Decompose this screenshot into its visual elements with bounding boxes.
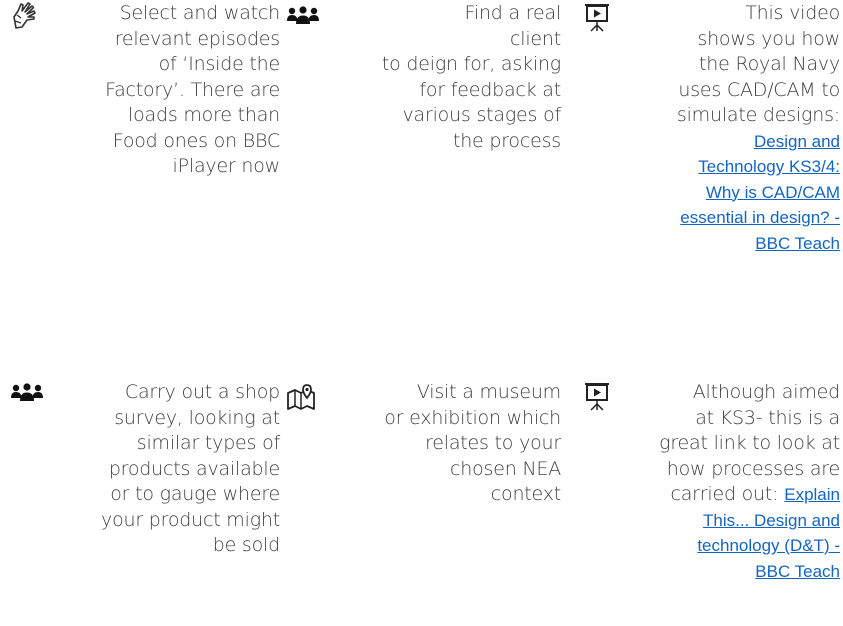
text-line: to deign for, asking <box>381 53 561 75</box>
activity-text: Carry out a shop survey, looking at simi… <box>101 380 280 559</box>
text-line: similar types of <box>136 432 280 454</box>
people-group-icon <box>10 380 43 410</box>
bbc-teach-link[interactable]: Technology KS3/4: <box>677 154 840 180</box>
text-line: Select and watch <box>119 2 281 24</box>
bbc-teach-link[interactable]: Explain <box>784 485 840 504</box>
text-line: context <box>490 483 561 505</box>
presentation-board-icon <box>583 380 613 411</box>
text-line: relates to your <box>425 432 561 454</box>
bbc-teach-link[interactable]: BBC Teach <box>659 559 840 585</box>
presentation-board-icon <box>583 1 613 32</box>
activity-text: Although aimed at KS3- this is a great l… <box>659 380 840 584</box>
activity-text: Find a real client to deign for, asking … <box>382 1 561 154</box>
text-line: shows you how <box>697 27 840 50</box>
text-line: for feedback at <box>419 78 561 101</box>
text-line: client <box>510 27 561 50</box>
bbc-teach-link[interactable]: BBC Teach <box>677 231 840 257</box>
text-line: the Royal Navy <box>699 53 840 75</box>
text-line: iPlayer now <box>172 155 281 177</box>
text-line: simulate designs: <box>676 104 840 126</box>
text-line: various stages of <box>402 104 561 126</box>
bbc-teach-link[interactable]: essential in design? - <box>677 205 840 231</box>
sign-language-hand-icon <box>10 1 40 31</box>
bbc-teach-link[interactable]: This... Design and <box>659 508 840 534</box>
text-line: be sold <box>212 534 280 556</box>
text-line: This video <box>745 2 840 24</box>
text-line: at KS3- this is a <box>695 406 840 429</box>
text-line: the process <box>452 129 561 152</box>
people-group-icon <box>286 1 319 31</box>
text-line: how processes are <box>666 457 840 480</box>
text-line: uses CAD/CAM to <box>678 78 840 101</box>
bbc-teach-link[interactable]: technology (D&T) - <box>659 533 840 559</box>
text-line: your product might <box>101 508 280 531</box>
text-line: of ‘Inside the <box>158 53 281 75</box>
map-location-icon <box>286 380 316 410</box>
text-line: or to gauge where <box>110 483 280 505</box>
text-line: Find a real <box>464 2 562 24</box>
text-line: Factory’. There are <box>105 78 280 101</box>
activity-text: This video shows you how the Royal Navy … <box>677 1 840 256</box>
bbc-teach-link[interactable]: Design and <box>677 129 840 155</box>
text-line: or exhibition which <box>384 406 561 429</box>
text-line: Visit a museum <box>416 381 561 403</box>
text-line: survey, looking at <box>114 406 280 429</box>
text-line-mixed: carried out: Explain <box>659 482 840 508</box>
text-line: Food ones on BBC <box>112 129 280 152</box>
text-line: loads more than <box>128 104 280 126</box>
activity-text: Select and watch relevant episodes of ‘I… <box>105 1 280 180</box>
bbc-teach-link[interactable]: Why is CAD/CAM <box>677 180 840 206</box>
activity-text: Visit a museum or exhibition which relat… <box>384 380 561 508</box>
text-fragment: carried out: <box>670 483 779 505</box>
text-line: great link to look at <box>659 432 840 454</box>
text-line: Although aimed <box>692 381 841 403</box>
text-line: relevant episodes <box>114 27 280 50</box>
text-line: products available <box>108 457 280 480</box>
text-line: Carry out a shop <box>124 381 280 403</box>
text-line: chosen NEA <box>450 457 561 480</box>
